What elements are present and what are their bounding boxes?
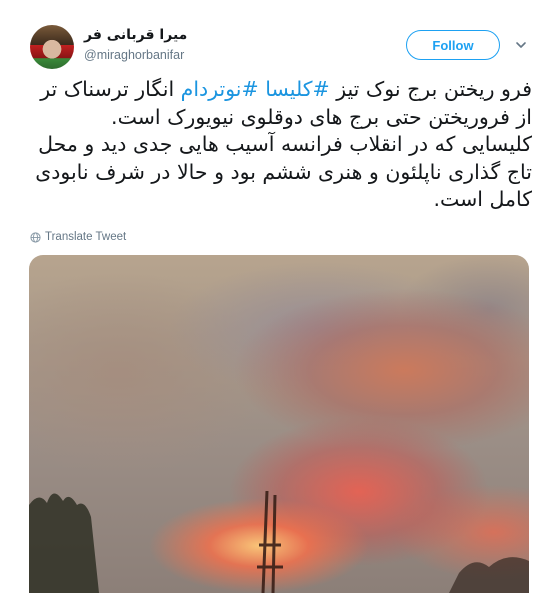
globe-icon xyxy=(30,231,41,243)
tweet-paragraph-2: کلیسایی که در انقلاب فرانسه آسیب هایی جد… xyxy=(35,132,532,211)
fire-silhouette xyxy=(29,490,529,593)
hashtag-link-notre-dame[interactable]: #نوتردام xyxy=(181,77,259,101)
translate-tweet-link[interactable]: Translate Tweet xyxy=(30,231,126,243)
chevron-down-icon[interactable] xyxy=(514,38,528,52)
display-name[interactable]: میرا قربانی فر xyxy=(84,27,187,43)
hashtag-link-church[interactable]: #کلیسا xyxy=(265,77,329,101)
tweet-text-segment: فرو ریختن برج نوک تیز xyxy=(329,77,532,101)
translate-label: Translate Tweet xyxy=(45,231,127,243)
follow-button[interactable]: Follow xyxy=(406,30,500,60)
avatar[interactable] xyxy=(30,25,74,69)
tweet-media-image[interactable] xyxy=(29,255,529,593)
tweet-paragraph-1: فرو ریختن برج نوک تیز #کلیسا #نوتردام ان… xyxy=(32,76,532,131)
user-handle[interactable]: @miraghorbanifar xyxy=(84,48,184,62)
tweet-text: فرو ریختن برج نوک تیز #کلیسا #نوتردام ان… xyxy=(32,76,532,214)
